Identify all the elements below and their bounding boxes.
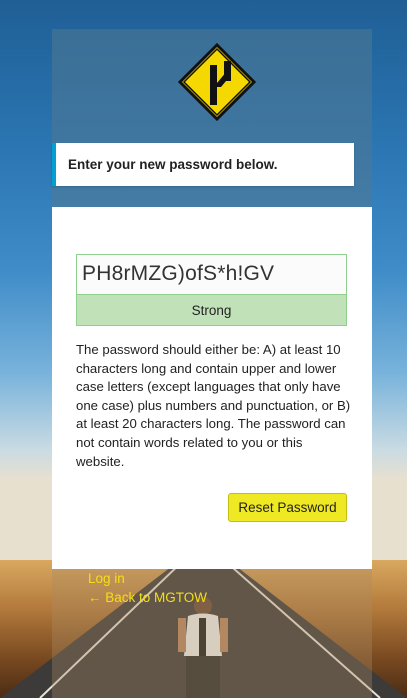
header-area: Enter your new password below. xyxy=(52,29,372,207)
instruction-message: Enter your new password below. xyxy=(52,143,354,186)
diverging-road-sign-icon[interactable] xyxy=(178,43,256,121)
reset-form: PH8rMZG)ofS*h!GV Strong The password sho… xyxy=(52,207,372,569)
password-strength-indicator: Strong xyxy=(76,295,347,326)
footer-links: Log in ← Back to MGTOW xyxy=(52,569,372,698)
reset-password-button[interactable]: Reset Password xyxy=(228,493,347,522)
password-hint: The password should either be: A) at lea… xyxy=(76,342,351,469)
back-to-site-link[interactable]: ← Back to MGTOW xyxy=(88,590,207,605)
new-password-input[interactable]: PH8rMZG)ofS*h!GV xyxy=(76,254,347,295)
login-link[interactable]: Log in xyxy=(88,571,125,586)
reset-password-panel: Enter your new password below. PH8rMZG)o… xyxy=(52,29,372,569)
